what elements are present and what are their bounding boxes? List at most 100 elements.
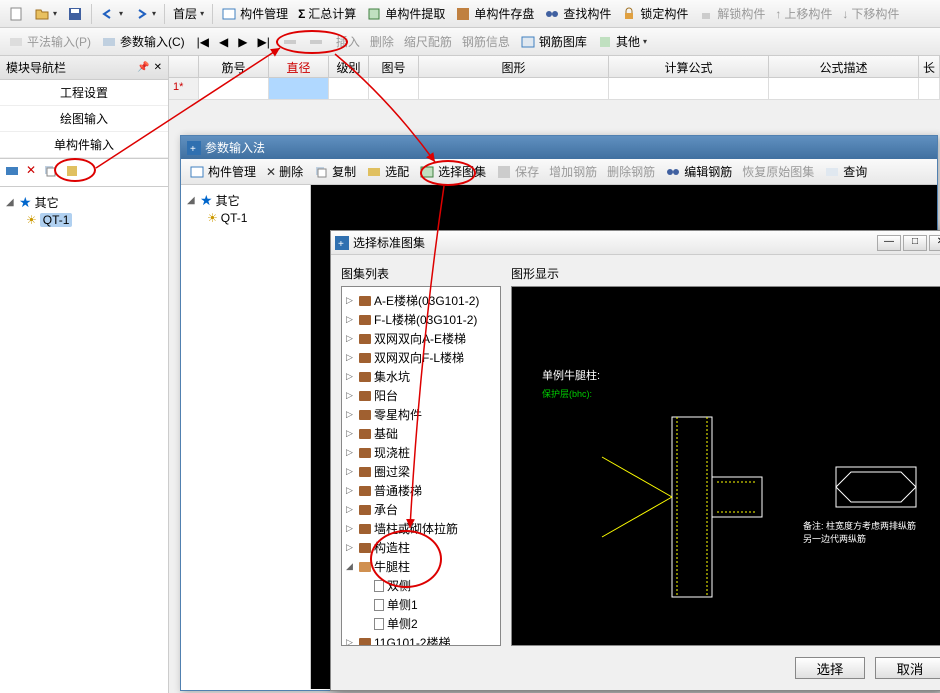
component-manage-button[interactable]: 构件管理 [217,3,292,24]
atlas-item[interactable]: ▷阳台 [346,386,496,405]
undo-button[interactable]: ▾ [96,4,127,24]
atlas-item[interactable]: ▷承台 [346,500,496,519]
save-component-button[interactable]: 单构件存盘 [451,3,538,24]
atlas-item[interactable]: ▷构造柱 [346,538,496,557]
sun-icon: ☀ [26,213,37,227]
pt-copy[interactable]: 复制 [309,161,360,182]
nav-next-button[interactable]: ▶ [234,33,251,51]
atlas-item[interactable]: ▷墙柱或砌体拉筋 [346,519,496,538]
save-icon [67,6,83,22]
floor-select[interactable]: 首层 ▾ [169,3,208,24]
nav-single-input[interactable]: 单构件输入 [0,132,168,158]
expand-icon[interactable]: ◢ [6,197,16,208]
move-down-button[interactable]: ↓下移构件 [838,3,903,24]
nav-draw-input[interactable]: 绘图输入 [0,106,168,132]
pt-match[interactable]: 选配 [362,161,413,182]
atlas-list[interactable]: ▷A-E楼梯(03G101-2)▷F-L楼梯(03G101-2)▷双网双向A-E… [341,286,501,646]
tree-toolbar: ✕ [0,158,168,187]
atlas-subitem[interactable]: 单侧1 [346,595,496,614]
redo-button[interactable]: ▾ [129,4,160,24]
col-length[interactable]: 长 [919,56,940,77]
extract-button[interactable]: 单构件提取 [362,3,449,24]
atlas-subitem[interactable]: 单侧2 [346,614,496,633]
col-desc[interactable]: 公式描述 [769,56,919,77]
find-button[interactable]: 查找构件 [540,3,615,24]
pt-restore[interactable]: 恢复原始图集 [738,161,818,182]
atlas-item[interactable]: ▷双网双向A-E楼梯 [346,329,496,348]
atlas-item[interactable]: ◢牛腿柱 [346,557,496,576]
rebar-info-button[interactable]: 钢筋信息 [458,31,514,52]
atlas-titlebar[interactable]: + 选择标准图集 — □ ✕ [331,231,940,255]
col-formula[interactable]: 计算公式 [609,56,769,77]
panel-pin-icon[interactable]: 📌 [137,62,149,73]
param-input-button[interactable]: 参数输入(C) [97,31,189,52]
col-diameter[interactable]: 直径(mm) [269,56,329,77]
ok-button[interactable]: 选择 [795,657,865,679]
row-add-icon[interactable] [278,32,302,52]
delete-button[interactable]: 删除 [366,31,398,52]
grid-row-1[interactable]: 1* [169,78,940,100]
param-toolbar: 构件管理 ✕删除 复制 选配 选择图集 保存 增加钢筋 删除钢筋 编辑钢筋 恢复… [181,159,937,185]
tree-root[interactable]: ◢ ★ 其它 [6,193,162,212]
pt-save[interactable]: 保存 [492,161,543,182]
atlas-item[interactable]: ▷双网双向F-L楼梯 [346,348,496,367]
atlas-item[interactable]: ▷零星构件 [346,405,496,424]
cancel-button[interactable]: 取消 [875,657,940,679]
nav-prev-button[interactable]: ◀ [215,33,232,51]
minimize-button[interactable]: — [877,235,901,251]
col-shape[interactable]: 图形 [419,56,609,77]
atlas-item[interactable]: ▷A-E楼梯(03G101-2) [346,291,496,310]
insert-button[interactable]: 插入 [332,31,364,52]
pt-manage[interactable]: 构件管理 [185,161,260,182]
atlas-item[interactable]: ▷11G101-2楼梯 [346,633,496,646]
tree-tool-delete[interactable]: ✕ [26,163,36,182]
move-up-button[interactable]: ↑上移构件 [771,3,836,24]
col-num[interactable]: 筋号 [199,56,269,77]
unlock-button[interactable]: 解锁构件 [694,3,769,24]
atlas-item[interactable]: ▷基础 [346,424,496,443]
atlas-item[interactable]: ▷F-L楼梯(03G101-2) [346,310,496,329]
param-titlebar[interactable]: + 参数输入法 [181,136,937,159]
left-tree: ◢ ★ 其它 ☀ QT-1 [0,187,168,234]
undo-icon [100,6,116,22]
nav-project-settings[interactable]: 工程设置 [0,80,168,106]
col-grade[interactable]: 级别 [329,56,369,77]
atlas-preview[interactable]: 单例牛腿柱: 保护层(bhc): 备注: 柱宽度方考虑两排 [511,286,940,646]
tree-tool-4[interactable] [64,163,80,182]
ptree-child[interactable]: ☀ QT-1 [187,210,304,226]
nav-first-button[interactable]: |◀ [193,33,213,51]
lock-button[interactable]: 锁定构件 [617,3,692,24]
rebar-lib-button[interactable]: 钢筋图库 [516,31,591,52]
panel-close-icon[interactable]: ✕ [154,62,162,73]
scale-rebar-button[interactable]: 缩尺配筋 [400,31,456,52]
pt-delete[interactable]: ✕删除 [262,161,307,182]
flat-input-button[interactable]: 平法输入(P) [4,31,95,52]
grid-header: 筋号 直径(mm) 级别 图号 图形 计算公式 公式描述 长 [169,56,940,78]
pt-select-atlas[interactable]: 选择图集 [415,161,490,182]
pt-del-rebar[interactable]: 删除钢筋 [603,161,659,182]
save-button[interactable] [63,4,87,24]
other-button[interactable]: 其他 ▾ [593,31,651,52]
pt-query[interactable]: 查询 [820,161,871,182]
col-drawing-no[interactable]: 图号 [369,56,419,77]
nav-last-button[interactable]: ▶| [254,33,274,51]
pt-edit-rebar[interactable]: 编辑钢筋 [661,161,736,182]
tree-tool-copy[interactable] [42,163,58,182]
atlas-subitem[interactable]: 双侧 [346,576,496,595]
sum-calc-button[interactable]: Σ汇总计算 [294,3,360,24]
row-marker: 1* [169,78,199,99]
atlas-item[interactable]: ▷集水坑 [346,367,496,386]
tree-child[interactable]: ☀ QT-1 [6,212,162,228]
atlas-item[interactable]: ▷现浇桩 [346,443,496,462]
tree-tool-1[interactable] [4,163,20,182]
maximize-button[interactable]: □ [903,235,927,251]
atlas-item[interactable]: ▷普通楼梯 [346,481,496,500]
ptree-root[interactable]: ◢ ★ 其它 [187,191,304,210]
open-folder-button[interactable]: ▾ [30,4,61,24]
row-del-icon[interactable] [304,32,328,52]
atlas-item[interactable]: ▷圈过梁 [346,462,496,481]
atlas-preview-title: 图形显示 [511,265,940,286]
close-button[interactable]: ✕ [929,235,940,251]
pt-add-rebar[interactable]: 增加钢筋 [545,161,601,182]
new-file-button[interactable] [4,4,28,24]
